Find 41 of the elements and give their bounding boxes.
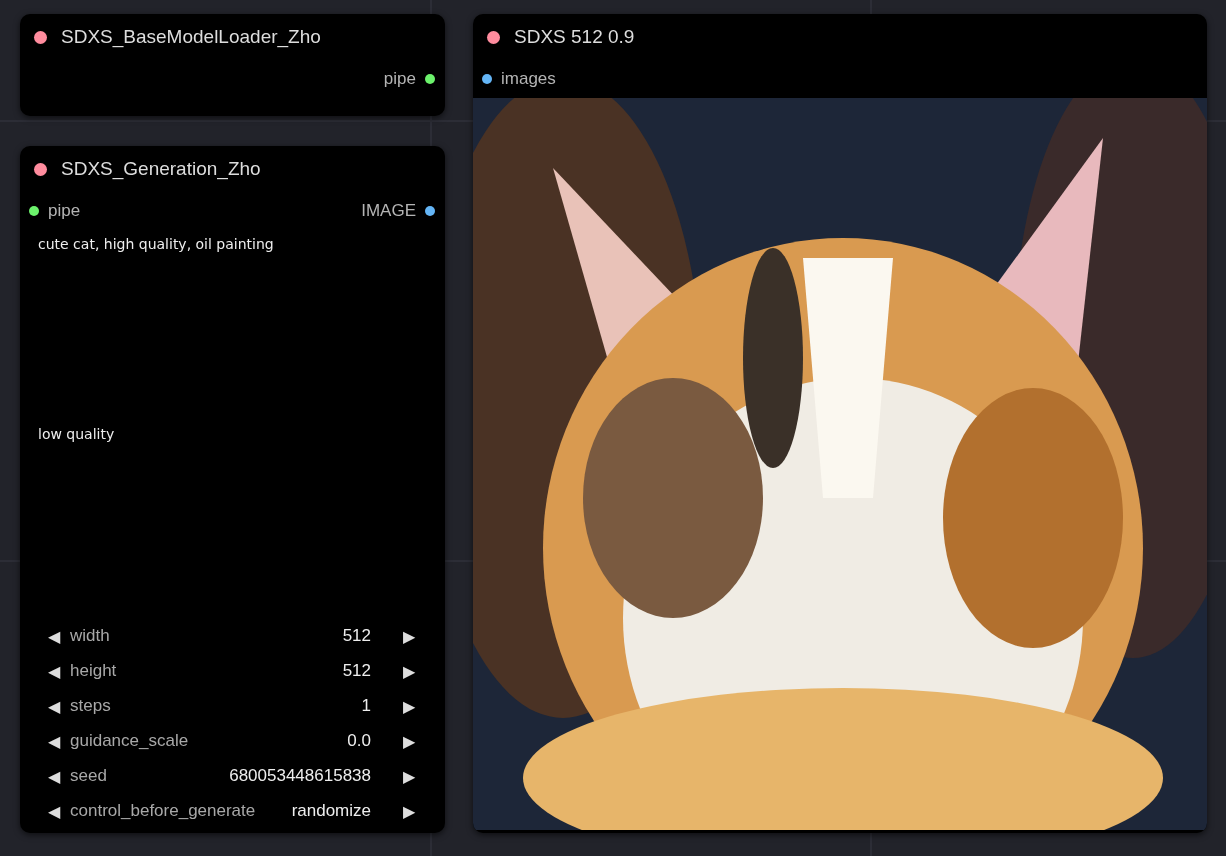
status-dot-icon [34,30,47,44]
loader-node[interactable]: SDXS_BaseModelLoader_Zho pipe [20,14,445,116]
increment-arrow[interactable]: ▶ [393,766,415,786]
increment-arrow[interactable]: ▶ [393,626,415,646]
widget-label: seed [70,766,108,786]
widget-label: width [70,626,111,646]
output-label: IMAGE [361,201,416,221]
increment-arrow[interactable]: ▶ [393,731,415,751]
output-socket-icon[interactable] [425,206,435,216]
widget-label: guidance_scale [70,731,190,751]
status-dot-icon [487,30,500,44]
widget-value[interactable]: 0.0 [347,731,371,751]
widget-value[interactable]: 512 [342,661,371,681]
widget-label: control_before_generate [70,801,257,821]
increment-arrow[interactable]: ▶ [393,801,415,821]
decrement-arrow[interactable]: ◀ [48,696,70,716]
generation-node[interactable] [20,146,445,833]
decrement-arrow[interactable]: ◀ [48,661,70,681]
decrement-arrow[interactable]: ◀ [48,626,70,646]
decrement-arrow[interactable]: ◀ [48,801,70,821]
output-label: pipe [383,69,416,89]
widget-value[interactable]: 680053448615838 [229,766,371,786]
widget-value[interactable]: randomize [291,801,371,821]
node-title: SDXS_BaseModelLoader_Zho [61,26,321,48]
output-socket-icon[interactable] [425,74,435,84]
decrement-arrow[interactable]: ◀ [48,731,70,751]
decrement-arrow[interactable]: ◀ [48,766,70,786]
node-title: SDXS 512 0.9 [514,26,635,48]
widget-value[interactable]: 512 [342,626,371,646]
preview-node[interactable]: SDXS 512 0.9 images [473,14,1207,833]
input-label: images [501,69,556,89]
input-socket-icon[interactable] [482,74,492,84]
increment-arrow[interactable]: ▶ [393,661,415,681]
status-dot-icon [34,162,47,176]
node-title: SDXS_Generation_Zho [61,158,261,180]
input-label: pipe [48,201,81,221]
widget-label: height [70,661,118,681]
widget-label: steps [70,696,112,716]
widget-value[interactable]: 1 [361,696,371,716]
increment-arrow[interactable]: ▶ [393,696,415,716]
input-socket-icon[interactable] [29,206,39,216]
